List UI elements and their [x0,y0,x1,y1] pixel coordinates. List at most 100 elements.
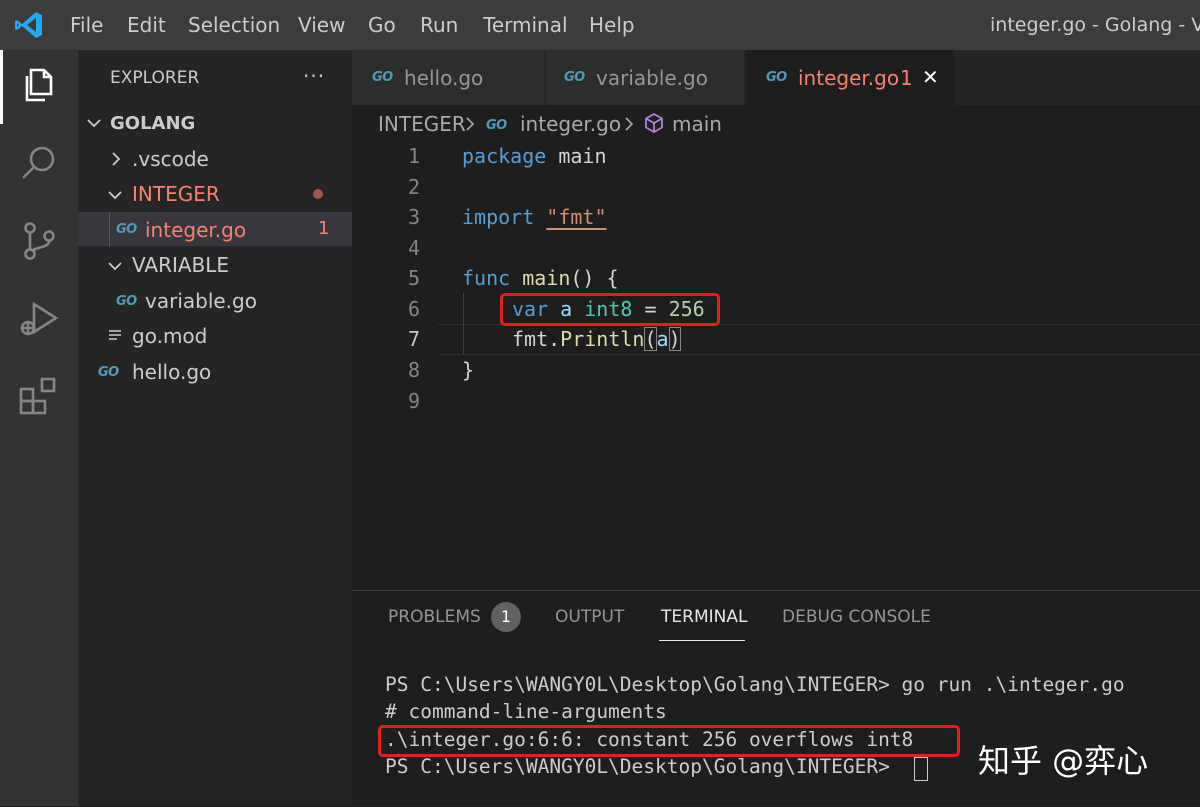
menu-edit[interactable]: Edit [127,13,166,37]
tab-label: variable.go [596,66,708,90]
modified-dot [313,189,323,199]
chevron-right-icon [466,117,475,131]
tree-item-variable-go[interactable]: GO variable.go [78,284,352,318]
tab-hello-go[interactable]: GO hello.go [352,50,544,105]
watermark: 知乎 @弈心 [978,742,1149,780]
package-ref: fmt. [512,327,561,351]
menu-help[interactable]: Help [589,13,635,37]
panel-tab-output[interactable]: OUTPUT [555,607,624,627]
indent-guide [463,293,464,355]
keyword: package [462,144,547,168]
tree-root-label: GOLANG [110,113,196,134]
identifier: main [558,144,607,168]
method-cube-icon [645,112,663,134]
indent-guide [109,212,110,247]
panel-tab-terminal[interactable]: TERMINAL [661,607,747,627]
tree-item-integer-go[interactable]: GO integer.go 1 [78,212,352,247]
text-file-icon [109,330,121,340]
explorer-more-button[interactable]: ··· [303,64,325,88]
files-icon[interactable] [16,62,62,108]
chevron-right-icon [625,117,634,131]
variable: a [656,327,669,351]
menu-run[interactable]: Run [420,13,458,37]
go-file-icon: GO [486,118,507,133]
tab-label: hello.go [404,66,484,90]
breadcrumb-folder[interactable]: INTEGER [378,112,466,136]
panel-tab-debug-console[interactable]: DEBUG CONSOLE [782,607,931,627]
source-control-icon[interactable] [16,218,62,264]
breadcrumb-symbol[interactable]: main [672,112,722,136]
panel-tab-problems[interactable]: PROBLEMS [388,607,481,627]
punctuation: () { [570,266,619,290]
go-file-icon: GO [766,70,787,85]
explorer-title: EXPLORER [110,68,200,88]
chevron-down-icon [87,119,101,128]
function-name: Println [560,327,645,351]
problem-count-badge: 1 [318,218,330,239]
tab-label: integer.go [798,66,900,90]
tree-item-label: hello.go [132,360,212,384]
go-file-icon: GO [116,294,137,309]
activity-active-indicator [0,50,3,124]
go-file-icon: GO [564,70,585,85]
tree-item-label: INTEGER [132,182,220,206]
line-number: 4 [407,236,420,260]
tree-item-label: variable.go [145,289,257,313]
tree-item-label: integer.go [145,218,247,242]
line-number: 9 [407,389,420,413]
chevron-down-icon [108,262,122,271]
chevron-right-icon [112,152,121,166]
terminal-line: PS C:\Users\WANGY0L\Desktop\Golang\INTEG… [385,673,1125,696]
highlight-box [500,293,720,326]
chevron-down-icon [108,191,122,200]
go-file-icon: GO [116,222,137,237]
tree-item-hello-go[interactable]: GO hello.go [78,355,352,389]
code-line-8: } [462,358,474,382]
code-line-3: import "fmt" [462,205,607,229]
window-title: integer.go - Golang - Vis [990,14,1200,36]
line-number: 1 [407,144,420,168]
title-bar: File Edit Selection View Go Run Terminal… [0,0,1200,50]
code-line-1: package main [462,144,607,168]
punctuation: } [462,358,475,382]
extensions-icon[interactable] [16,374,62,420]
string-literal: "fmt" [546,205,607,229]
breadcrumb-file[interactable]: integer.go [520,112,621,136]
terminal-line: PS C:\Users\WANGY0L\Desktop\Golang\INTEG… [385,755,902,778]
menu-file[interactable]: File [70,13,103,37]
function-name: main [522,266,571,290]
menu-view[interactable]: View [298,13,345,37]
menu-terminal[interactable]: Terminal [483,13,568,37]
menu-go[interactable]: Go [368,13,396,37]
terminal-cursor [914,757,928,781]
line-number: 8 [407,358,420,382]
tree-item-label: .vscode [132,147,209,171]
explorer-sidebar: EXPLORER ··· GOLANG .vscode INTEGER GO i… [78,50,352,806]
go-file-icon: GO [372,70,393,85]
keyword: import [462,205,535,229]
tab-variable-go[interactable]: GO variable.go [546,50,744,105]
close-icon[interactable]: ✕ [922,65,939,89]
tree-item-vscode[interactable]: .vscode [78,142,352,176]
run-debug-icon[interactable] [16,296,62,342]
go-file-icon: GO [98,365,119,380]
tab-integer-go[interactable]: GO integer.go 1 ✕ [746,50,954,105]
code-line-5: func main() { [462,266,619,290]
panel-tab-active-underline [659,640,745,641]
code-line-7: fmt.Println(a) [512,327,681,351]
tree-item-integer-folder[interactable]: INTEGER [78,177,352,211]
line-number: 2 [407,175,420,199]
terminal-line: # command-line-arguments [385,700,667,723]
search-icon[interactable] [16,140,62,186]
menu-selection[interactable]: Selection [188,13,280,37]
tree-item-variable-folder[interactable]: VARIABLE [78,248,352,282]
tab-problem-badge: 1 [900,66,913,90]
tree-item-go-mod[interactable]: go.mod [78,319,352,353]
tree-item-label: VARIABLE [132,253,230,277]
line-number: 5 [407,266,420,290]
tree-item-label: go.mod [132,324,208,348]
tree-root-golang[interactable]: GOLANG [78,107,352,141]
problems-count-badge: 1 [491,602,521,632]
line-number: 6 [407,297,420,321]
vscode-logo-icon [15,12,42,38]
